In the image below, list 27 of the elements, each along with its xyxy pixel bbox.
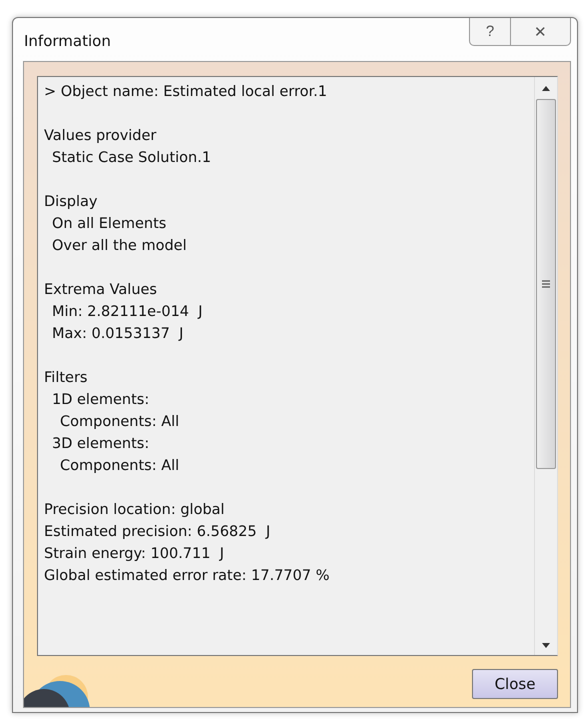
- info-line: Components: All: [60, 458, 180, 474]
- info-line: > Object name: Estimated local error.1: [44, 84, 328, 100]
- info-line: Components: All: [60, 414, 180, 430]
- close-window-button[interactable]: ✕: [511, 18, 571, 46]
- info-line: Filters: [44, 370, 88, 386]
- info-line: 1D elements:: [52, 392, 150, 408]
- scroll-up-icon[interactable]: [541, 85, 551, 91]
- close-button[interactable]: Close: [472, 669, 558, 699]
- window-title: Information: [24, 32, 111, 50]
- info-line: Static Case Solution.1: [52, 150, 212, 166]
- info-line: On all Elements: [52, 216, 166, 232]
- scrollbar[interactable]: [534, 77, 557, 655]
- info-line: Min: 2.82111e-014 J: [52, 304, 203, 320]
- info-line: 3D elements:: [52, 436, 150, 452]
- info-line: Strain energy: 100.711 J: [44, 546, 224, 562]
- grip-icon: [542, 280, 550, 288]
- info-line: Extrema Values: [44, 282, 157, 298]
- info-line: Precision location: global: [44, 502, 225, 518]
- help-button[interactable]: ?: [469, 18, 511, 46]
- scroll-thumb[interactable]: [536, 99, 556, 469]
- info-line: Display: [44, 194, 98, 210]
- scroll-down-icon[interactable]: [541, 643, 551, 649]
- info-line: Values provider: [44, 128, 156, 144]
- info-line: Max: 0.0153137 J: [52, 326, 184, 342]
- info-line: Estimated precision: 6.56825 J: [44, 524, 270, 540]
- info-line: Over all the model: [52, 238, 187, 254]
- info-line: Global estimated error rate: 17.7707 %: [44, 568, 330, 584]
